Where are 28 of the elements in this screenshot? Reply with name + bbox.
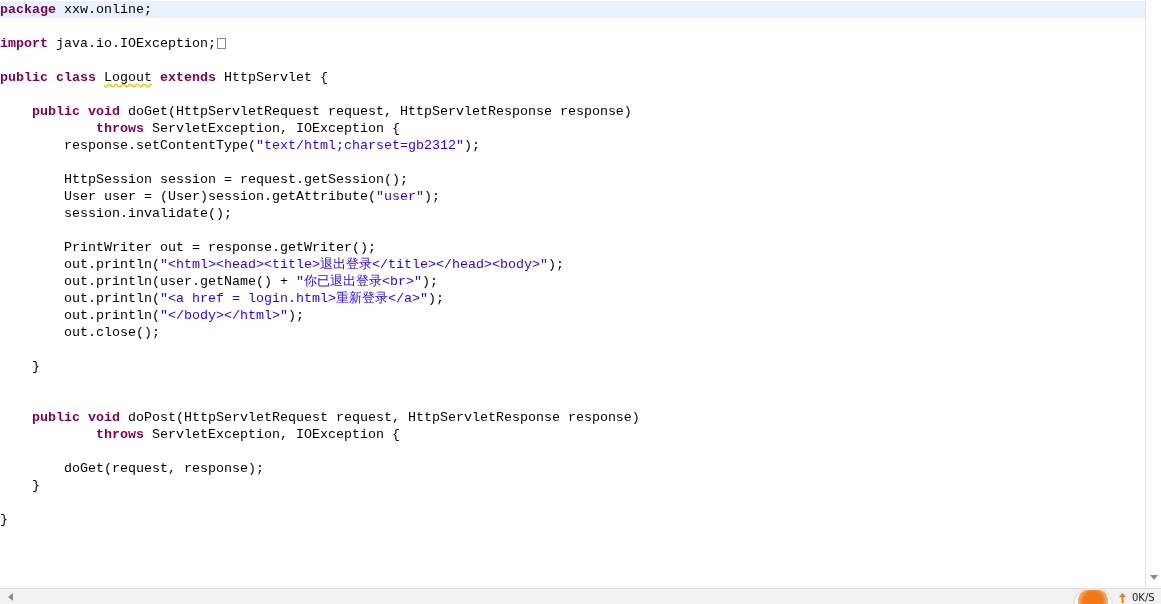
code-line: } <box>31 477 40 494</box>
code-line: out.println("<a href = login.html>重新登录</a>"); <box>63 290 444 307</box>
upload-arrow-icon <box>1119 593 1126 603</box>
code-line: public void doGet(HttpServletRequest request, HttpServletResponse response) <box>31 103 632 120</box>
code-line: import java.io.IOException; <box>0 35 216 52</box>
code-line: HttpSession session = request.getSession(); <box>63 171 408 188</box>
horizontal-scrollbar[interactable] <box>0 588 1161 604</box>
scroll-down-icon[interactable] <box>1150 575 1158 580</box>
code-line: throws ServletException, IOException { <box>94 120 400 137</box>
code-line: out.println("<html><head><title>退出登录</title></head><body>"); <box>63 256 564 273</box>
code-line: response.setContentType("text/html;charset=gb2312"); <box>63 137 480 154</box>
code-line: out.println("</body></html>"); <box>63 307 304 324</box>
network-speed-reading: 0K/S <box>1132 592 1155 604</box>
code-line: } <box>31 358 40 375</box>
code-line: public class Logout extends HttpServlet { <box>0 69 328 86</box>
vertical-scrollbar[interactable] <box>1145 0 1161 588</box>
code-line: out.close(); <box>63 324 160 341</box>
code-line: public void doPost(HttpServletRequest request, HttpServletResponse response) <box>31 409 640 426</box>
code-line: PrintWriter out = response.getWriter(); <box>63 239 376 256</box>
code-line: doGet(request, response); <box>63 460 264 477</box>
code-line: package xxw.online; <box>0 1 152 18</box>
scroll-left-icon[interactable] <box>8 592 13 601</box>
code-line: session.invalidate(); <box>63 205 232 222</box>
code-line: User user = (User)session.getAttribute("user"); <box>63 188 440 205</box>
code-line: out.println(user.getName() + "你已退出登录<br>"); <box>63 273 438 290</box>
folded-code-marker-icon[interactable] <box>216 38 226 49</box>
code-line: throws ServletException, IOException { <box>94 426 400 443</box>
code-line: } <box>0 511 8 528</box>
